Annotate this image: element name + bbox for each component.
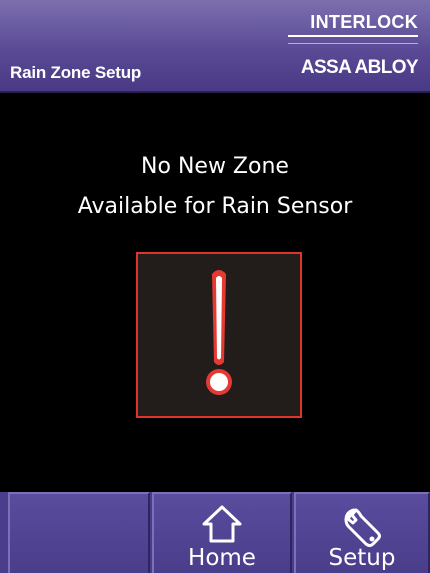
- status-message-line-2: Available for Rain Sensor: [77, 194, 353, 219]
- exclamation-icon: [206, 270, 232, 395]
- brand-interlock-logo: INTERLOCK: [310, 12, 418, 32]
- brand-assa-abloy-logo: ASSA ABLOY: [300, 57, 419, 78]
- alert-box: [136, 252, 302, 418]
- setup-button[interactable]: Setup: [294, 492, 430, 573]
- status-message-line-1: No New Zone: [141, 154, 289, 179]
- setup-button-label: Setup: [328, 545, 396, 571]
- brand-underline: [288, 35, 418, 37]
- status-message: No New Zone Available for Rain Sensor: [0, 147, 430, 227]
- bottom-nav-bar: Home Setup: [0, 492, 430, 573]
- screen-title: Rain Zone Setup: [10, 63, 142, 82]
- home-button[interactable]: Home: [152, 492, 292, 573]
- brand-divider: [288, 43, 418, 44]
- title-bar: Rain Zone Setup INTERLOCK ASSA ABLOY: [0, 0, 430, 93]
- wrench-icon: [344, 508, 381, 547]
- home-icon: [202, 505, 242, 543]
- blank-nav-button[interactable]: [8, 492, 150, 573]
- home-button-label: Home: [188, 545, 256, 571]
